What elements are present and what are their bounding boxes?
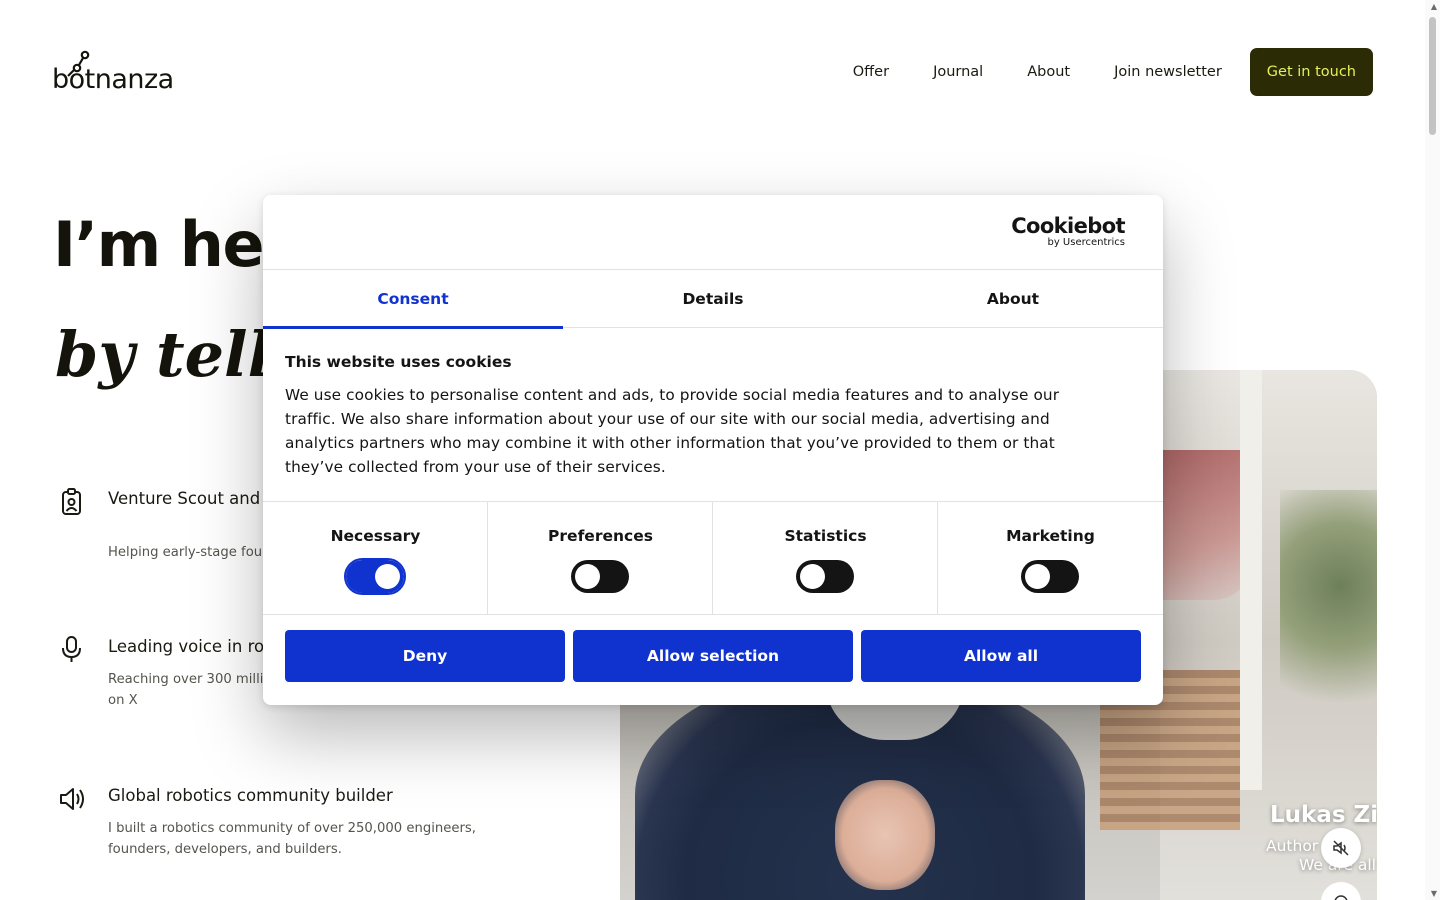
nav-join-newsletter[interactable]: Join newsletter — [1114, 64, 1222, 80]
toggle-marketing-cell: Marketing — [938, 502, 1163, 614]
logo-text: botnanza — [52, 64, 174, 95]
consent-buttons: Deny Allow selection Allow all — [285, 630, 1141, 682]
toggle-necessary-cell: Necessary — [263, 502, 488, 614]
dialog-header: Cookiebot by Usercentrics — [263, 195, 1163, 270]
allow-selection-button[interactable]: Allow selection — [573, 630, 853, 682]
tab-about[interactable]: About — [863, 270, 1163, 328]
mute-button[interactable] — [1321, 828, 1361, 868]
necessary-toggle[interactable] — [344, 558, 406, 595]
microphone-icon — [62, 636, 81, 662]
scroll-thumb[interactable] — [1429, 17, 1436, 135]
toggle-statistics-cell: Statistics — [713, 502, 938, 614]
toggle-preferences-cell: Preferences — [488, 502, 713, 614]
id-badge-icon — [62, 488, 81, 515]
video-caption-name: Lukas Zie — [1270, 802, 1377, 828]
cookie-category-toggles: Necessary Preferences Statistics Marketi… — [263, 501, 1163, 615]
toggle-knob — [575, 564, 600, 589]
consent-tabs: Consent Details About — [263, 270, 1163, 329]
tab-details[interactable]: Details — [563, 270, 863, 328]
scroll-down-arrow-icon[interactable]: ▼ — [1431, 889, 1437, 898]
speaker-icon — [60, 788, 84, 810]
toggle-knob — [800, 564, 825, 589]
tab-consent[interactable]: Consent — [263, 270, 563, 329]
main-nav: Offer Journal About Join newsletter Get … — [853, 48, 1373, 96]
cookiebot-logo[interactable]: Cookiebot by Usercentrics — [1011, 215, 1125, 249]
video-scenery — [1240, 370, 1262, 790]
nav-offer[interactable]: Offer — [853, 64, 889, 80]
toggle-label: Necessary — [330, 527, 421, 545]
get-in-touch-button[interactable]: Get in touch — [1249, 48, 1373, 96]
mute-icon — [1333, 840, 1349, 856]
cookiebot-brand-sub: by Usercentrics — [1047, 237, 1125, 248]
site-logo[interactable]: botnanza — [52, 50, 182, 96]
cookie-consent-dialog: Cookiebot by Usercentrics Consent Detail… — [263, 195, 1163, 705]
video-person-hand — [835, 780, 935, 890]
circle-icon — [1334, 895, 1348, 900]
toggle-knob — [1025, 564, 1050, 589]
feature-title: Global robotics community builder — [108, 786, 393, 805]
scroll-up-arrow-icon[interactable]: ▲ — [1431, 2, 1437, 11]
nav-journal[interactable]: Journal — [933, 64, 983, 80]
nav-about[interactable]: About — [1027, 64, 1070, 80]
toggle-label: Statistics — [784, 527, 867, 545]
statistics-toggle[interactable] — [796, 560, 854, 593]
toggle-label: Marketing — [1006, 527, 1095, 545]
feature-description: I built a robotics community of over 250… — [108, 821, 476, 857]
deny-button[interactable]: Deny — [285, 630, 565, 682]
toggle-label: Preferences — [548, 527, 653, 545]
video-scenery — [1280, 490, 1377, 730]
dialog-body-text: We use cookies to personalise content an… — [285, 386, 1060, 476]
dialog-title: This website uses cookies — [285, 353, 512, 371]
preferences-toggle[interactable] — [571, 560, 629, 593]
allow-all-button[interactable]: Allow all — [861, 630, 1141, 682]
cookiebot-brand: Cookiebot — [1011, 214, 1125, 238]
toggle-knob — [375, 564, 400, 589]
page-scrollbar[interactable]: ▲ ▼ — [1425, 0, 1440, 900]
marketing-toggle[interactable] — [1021, 560, 1079, 593]
